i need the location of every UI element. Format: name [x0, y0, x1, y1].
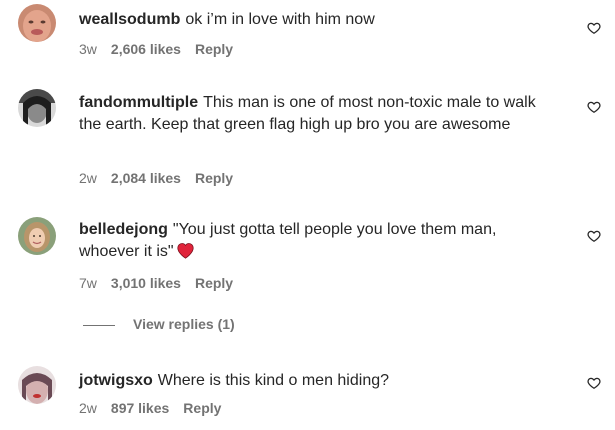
comment-username[interactable]: jotwigsxo [79, 372, 153, 389]
comment-time[interactable]: 2w [79, 170, 97, 186]
comment-username[interactable]: weallsodumb [79, 11, 180, 28]
comment-username[interactable]: fandommultiple [79, 94, 198, 111]
heart-outline-icon[interactable] [587, 100, 601, 114]
avatar[interactable] [18, 366, 56, 404]
comment-likes[interactable]: 2,606 likes [111, 41, 181, 57]
reply-button[interactable]: Reply [195, 275, 233, 291]
comment-likes[interactable]: 3,010 likes [111, 275, 181, 291]
comment-body: weallsodumb ok i’m in love with him now [79, 9, 549, 31]
comment-body: belledejong "You just gotta tell people y… [79, 219, 549, 266]
comment-username[interactable]: belledejong [79, 221, 168, 238]
comment-likes[interactable]: 897 likes [111, 400, 169, 416]
comment-meta: 7w 3,010 likes Reply [79, 275, 233, 291]
avatar[interactable] [18, 4, 56, 42]
comment-likes[interactable]: 2,084 likes [111, 170, 181, 186]
comment-text: ok i’m in love with him now [185, 11, 375, 28]
view-replies-button[interactable]: View replies (1) [83, 316, 235, 336]
comment-time[interactable]: 7w [79, 275, 97, 291]
avatar[interactable] [18, 217, 56, 255]
comment-body: jotwigsxo Where is this kind o men hiding… [79, 370, 549, 392]
comment-time[interactable]: 2w [79, 400, 97, 416]
comment-meta: 3w 2,606 likes Reply [79, 41, 233, 57]
comment-text: Where is this kind o men hiding? [157, 372, 390, 389]
heart-outline-icon[interactable] [587, 229, 601, 243]
comment-meta: 2w 2,084 likes Reply [79, 170, 233, 186]
red-heart-emoji [176, 242, 195, 266]
view-replies-label[interactable]: View replies (1) [133, 316, 235, 332]
comment-meta: 2w 897 likes Reply [79, 400, 221, 416]
reply-button[interactable]: Reply [183, 400, 221, 416]
divider-line [83, 324, 115, 326]
comment-body: fandommultiple This man is one of most no… [79, 92, 549, 136]
heart-outline-icon[interactable] [587, 21, 601, 35]
reply-button[interactable]: Reply [195, 170, 233, 186]
heart-outline-icon[interactable] [587, 376, 601, 390]
comment-time[interactable]: 3w [79, 41, 97, 57]
reply-button[interactable]: Reply [195, 41, 233, 57]
avatar[interactable] [18, 89, 56, 127]
